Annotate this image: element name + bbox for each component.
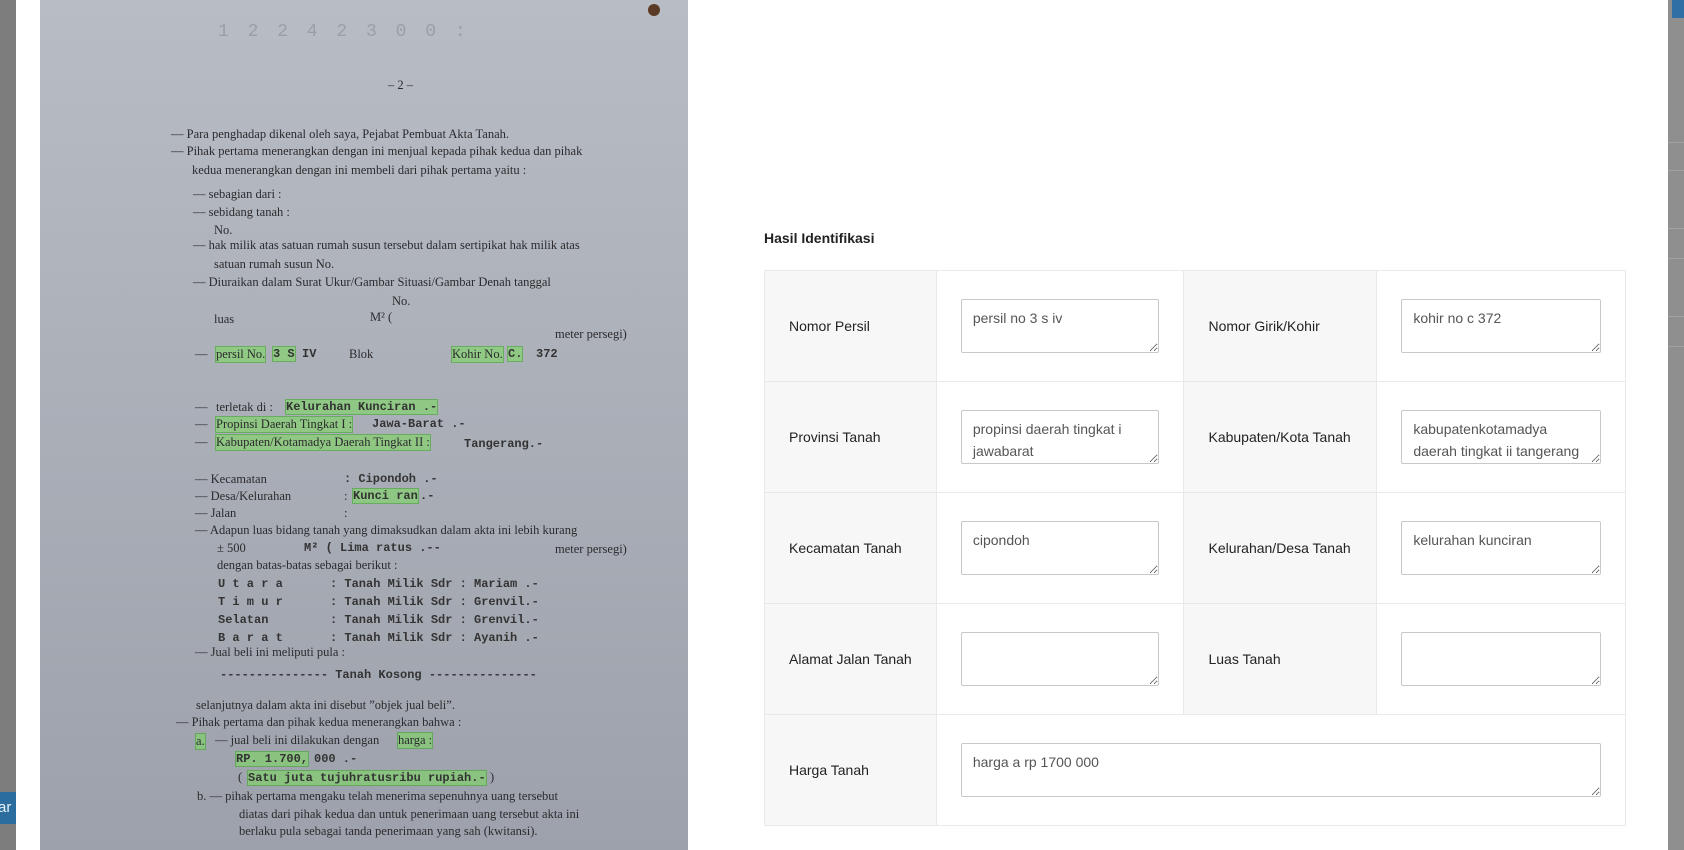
- doc-line: No.: [214, 223, 233, 237]
- provinsi-label: Provinsi Tanah: [764, 381, 937, 493]
- doc-line: 372: [536, 347, 558, 361]
- doc-line: : Tanah Milik Sdr : Grenvil.-: [330, 613, 539, 627]
- doc-line: (: [238, 770, 243, 784]
- form-row: Alamat Jalan Tanah Luas Tanah: [764, 603, 1626, 715]
- doc-line: No.: [392, 294, 411, 308]
- form-row: Nomor Persil persil no 3 s iv Nomor Giri…: [764, 270, 1626, 382]
- doc-highlight: Kohir No.: [451, 346, 504, 363]
- doc-highlight: a.: [195, 733, 206, 750]
- doc-highlight: C.: [506, 346, 524, 362]
- nomor-girik-input[interactable]: kohir no c 372: [1401, 299, 1601, 353]
- doc-highlight: Kabupaten/Kotamadya Daerah Tingkat II :: [215, 434, 431, 451]
- doc-line: Selatan: [218, 613, 269, 627]
- doc-highlight: Kelurahan Kunciran .-: [284, 399, 439, 415]
- doc-line: ): [490, 770, 495, 784]
- doc-line: kedua menerangkan dengan ini membeli dar…: [192, 163, 527, 177]
- doc-line: — sebidang tanah :: [193, 205, 290, 219]
- doc-line: : Tanah Milik Sdr : Mariam .-: [330, 577, 539, 591]
- doc-line: : Tanah Milik Sdr : Grenvil.-: [330, 595, 539, 609]
- doc-highlight: RP. 1.700,: [234, 751, 310, 767]
- doc-line: Blok: [349, 347, 374, 361]
- doc-line: —: [195, 417, 208, 431]
- background-button: ar: [0, 792, 16, 824]
- doc-line: 000 .-: [314, 752, 358, 766]
- doc-line: terletak di :: [216, 400, 273, 414]
- doc-line: — Pihak pertama dan pihak kedua menerang…: [176, 715, 462, 729]
- form-row: Harga Tanah harga a rp 1700 000: [764, 714, 1627, 826]
- nomor-persil-input[interactable]: persil no 3 s iv: [960, 299, 1160, 353]
- doc-line: Jawa-Barat .-: [372, 417, 466, 431]
- background-page-edge: [1668, 0, 1684, 850]
- doc-line: — sebagian dari :: [193, 187, 282, 201]
- doc-line: IV: [302, 347, 317, 361]
- doc-page-number: – 2 –: [388, 78, 413, 92]
- doc-line: .-: [420, 489, 435, 503]
- doc-line: meter persegi): [555, 542, 627, 556]
- doc-line: — Diuraikan dalam Surat Ukur/Gambar Situ…: [193, 275, 551, 289]
- doc-line: : Tanah Milik Sdr : Ayanih .-: [330, 631, 539, 645]
- kelurahan-label: Kelurahan/Desa Tanah: [1183, 492, 1378, 604]
- doc-highlight: Propinsi Daerah Tingkat I :: [214, 416, 354, 433]
- alamat-label: Alamat Jalan Tanah: [764, 603, 937, 715]
- doc-faded-header: 1 2 2 4 2 3 0 0 :: [218, 22, 470, 42]
- doc-line: selanjutnya dalam akta ini disebut ”obje…: [196, 698, 455, 712]
- doc-line: — Jalan: [195, 506, 237, 520]
- doc-line: — Para penghadap dikenal oleh saya, Peja…: [171, 127, 510, 141]
- doc-line: M² ( Lima ratus .--: [304, 541, 441, 555]
- doc-line: — Kecamatan: [195, 472, 267, 486]
- harga-input[interactable]: harga a rp 1700 000: [960, 743, 1601, 797]
- doc-line: —: [195, 435, 208, 449]
- doc-line: —: [195, 347, 208, 361]
- doc-line: :: [344, 506, 348, 520]
- doc-line: :: [344, 489, 348, 503]
- harga-label: Harga Tanah: [764, 714, 937, 826]
- form-row: Kecamatan Tanah cipondoh Kelurahan/Desa …: [764, 492, 1626, 604]
- doc-line: — Pihak pertama menerangkan dengan ini m…: [171, 144, 583, 158]
- kecamatan-label: Kecamatan Tanah: [764, 492, 937, 604]
- doc-line: luas: [214, 312, 235, 326]
- background-blue-bar: [1672, 0, 1684, 18]
- doc-highlight: Kunci ran: [352, 488, 419, 504]
- doc-line: — Jual beli ini meliputi pula :: [195, 645, 345, 659]
- doc-line: M² (: [370, 310, 393, 324]
- section-title: Hasil Identifikasi: [764, 230, 875, 246]
- doc-highlight: Satu juta tujuhratusribu rupiah.-: [247, 770, 487, 786]
- doc-highlight: persil No.: [214, 346, 267, 363]
- kabupaten-label: Kabupaten/Kota Tanah: [1183, 381, 1378, 493]
- doc-highlight: 3 S: [272, 346, 296, 362]
- kelurahan-input[interactable]: kelurahan kunciran: [1401, 521, 1601, 575]
- doc-line: U t a r a: [218, 577, 283, 591]
- doc-line: --------------- Tanah Kosong -----------…: [220, 668, 537, 682]
- identification-form: Nomor Persil persil no 3 s iv Nomor Giri…: [764, 270, 1627, 826]
- luas-label: Luas Tanah: [1183, 603, 1378, 715]
- doc-line: Tangerang.-: [464, 437, 544, 451]
- doc-line: T i m u r: [218, 595, 283, 609]
- doc-line: B a r a t: [218, 631, 283, 645]
- doc-line: : Cipondoh .-: [344, 472, 438, 486]
- doc-line: — jual beli ini dilakukan dengan: [215, 733, 380, 747]
- doc-line: berlaku pula sebagai tanda penerimaan ya…: [239, 824, 538, 838]
- doc-line: diatas dari pihak kedua dan untuk peneri…: [239, 807, 580, 821]
- nomor-girik-label: Nomor Girik/Kohir: [1183, 270, 1378, 382]
- form-row: Provinsi Tanah propinsi daerah tingkat i…: [764, 381, 1626, 493]
- luas-input[interactable]: [1401, 632, 1601, 686]
- nomor-persil-label: Nomor Persil: [764, 270, 937, 382]
- doc-line: satuan rumah susun No.: [214, 257, 335, 271]
- document-stain: [648, 4, 660, 16]
- doc-line: — Adapun luas bidang tanah yang dimaksud…: [195, 523, 578, 537]
- kabupaten-input[interactable]: kabupatenkotamadya daerah tingkat ii tan…: [1401, 410, 1601, 464]
- doc-line: dengan batas-batas sebagai berikut :: [217, 558, 398, 572]
- doc-line: — hak milik atas satuan rumah susun ters…: [193, 238, 580, 252]
- doc-line: b. — pihak pertama mengaku telah menerim…: [197, 789, 558, 803]
- doc-line: meter persegi): [555, 327, 627, 341]
- doc-highlight: harga :: [396, 732, 434, 749]
- doc-line: ± 500: [217, 541, 246, 555]
- kecamatan-input[interactable]: cipondoh: [960, 521, 1160, 575]
- provinsi-input[interactable]: propinsi daerah tingkat i jawabarat: [960, 410, 1160, 464]
- doc-line: — Desa/Kelurahan: [195, 489, 292, 503]
- doc-line: —: [195, 400, 208, 414]
- alamat-input[interactable]: [960, 632, 1160, 686]
- scanned-document-image: 1 2 2 4 2 3 0 0 : – 2 – — Para penghadap…: [40, 0, 688, 850]
